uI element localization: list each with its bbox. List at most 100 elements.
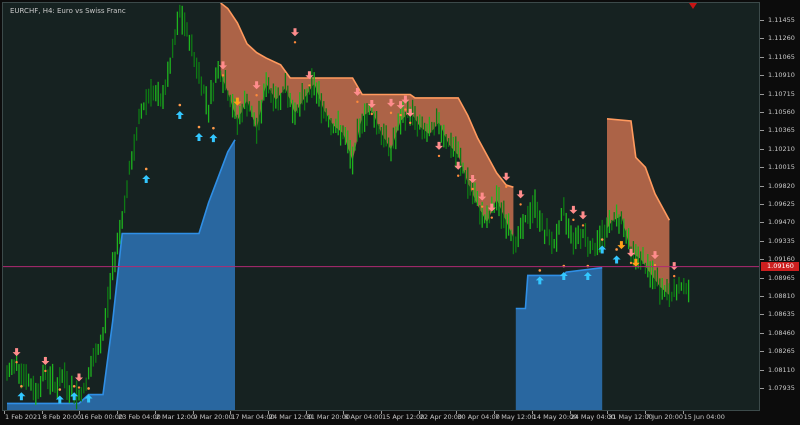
time-axis-label: 9 Mar 20:00 bbox=[193, 413, 233, 421]
price-axis-label: 1.08110 bbox=[768, 365, 795, 374]
pivot-dot bbox=[629, 261, 633, 265]
pivot-dot bbox=[20, 384, 23, 388]
time-axis-label: 16 Feb 00:00 bbox=[80, 413, 124, 421]
price-axis-tick bbox=[760, 388, 764, 389]
price-axis-label: 1.08460 bbox=[768, 328, 795, 337]
price-axis-label: 1.11455 bbox=[768, 16, 795, 24]
price-axis-tick bbox=[760, 112, 764, 113]
pivot-dot bbox=[600, 238, 604, 241]
time-axis-label: 23 Feb 04:00 bbox=[118, 413, 161, 421]
pivot-dot bbox=[44, 369, 47, 373]
pivot-dot bbox=[58, 388, 62, 391]
price-axis-label: 1.10210 bbox=[768, 144, 795, 153]
time-axis-label: 15 Apr 12:00 bbox=[382, 413, 425, 421]
one-click-trading-marker[interactable] bbox=[689, 3, 697, 9]
pivot-dot bbox=[370, 112, 373, 116]
pivot-dot bbox=[572, 218, 575, 222]
time-axis-label: 7 Jun 20:00 bbox=[645, 413, 684, 421]
price-axis-tick bbox=[760, 314, 764, 316]
price-axis-tick bbox=[760, 351, 764, 353]
buy-arrow-icon[interactable] bbox=[17, 392, 26, 401]
pivot-dot bbox=[15, 360, 18, 364]
price-axis-tick bbox=[760, 20, 764, 21]
price-axis-label: 1.11065 bbox=[768, 52, 795, 61]
buy-arrow-icon[interactable] bbox=[612, 255, 621, 264]
caution-arrow-icon[interactable] bbox=[617, 241, 626, 250]
time-axis-label: 15 Jun 04:00 bbox=[683, 413, 725, 421]
price-axis-tick bbox=[760, 259, 764, 261]
price-axis-tick bbox=[760, 240, 764, 242]
time-axis-label: 1 Feb 2021 bbox=[5, 413, 42, 421]
buy-arrow-icon[interactable] bbox=[142, 174, 151, 183]
sell-arrow-icon[interactable] bbox=[516, 190, 525, 199]
pivot-dot bbox=[673, 274, 676, 278]
chart-title: EURCHF, H4: Euro vs Swiss Franc bbox=[10, 7, 126, 15]
price-axis-label: 1.10560 bbox=[768, 108, 795, 116]
sell-arrow-icon[interactable] bbox=[502, 172, 511, 181]
time-axis-label: 2 Mar 12:00 bbox=[155, 413, 196, 421]
support-area-0 bbox=[7, 139, 235, 410]
sell-arrow-icon[interactable] bbox=[75, 373, 83, 382]
pivot-dot bbox=[490, 216, 493, 219]
price-axis-tick bbox=[760, 148, 764, 150]
price-axis-label: 1.07935 bbox=[768, 384, 795, 392]
buy-arrow-icon[interactable] bbox=[175, 110, 184, 119]
price-axis-tick bbox=[760, 277, 764, 279]
pivot-dot bbox=[471, 187, 474, 191]
price-axis-tick bbox=[760, 93, 764, 95]
time-axis[interactable]: 1 Feb 2021 8 Feb 20:00 16 Feb 00:00 23 Feb … bbox=[2, 411, 760, 425]
pivot-dot bbox=[538, 269, 542, 272]
price-axis-tick bbox=[760, 75, 764, 77]
sell-arrow-icon[interactable] bbox=[12, 348, 21, 357]
sell-arrow-icon[interactable] bbox=[569, 205, 578, 214]
pivot-dot bbox=[457, 174, 460, 177]
price-axis-tick bbox=[760, 130, 764, 132]
chart-plot-area[interactable]: EURCHF, H4: Euro vs Swiss Franc bbox=[2, 2, 760, 411]
pivot-dot bbox=[389, 111, 393, 115]
price-chart[interactable] bbox=[3, 3, 759, 410]
sell-arrow-icon[interactable] bbox=[435, 141, 443, 150]
pivot-dot bbox=[404, 108, 407, 111]
pivot-dot bbox=[72, 384, 76, 388]
price-axis-label: 1.10365 bbox=[768, 126, 795, 135]
pivot-dot bbox=[77, 386, 81, 389]
time-axis-label: 8 Apr 04:00 bbox=[344, 413, 383, 421]
time-axis-label: 30 Apr 04:00 bbox=[457, 413, 500, 421]
price-axis-tick bbox=[760, 167, 764, 169]
buy-arrow-icon[interactable] bbox=[195, 133, 203, 142]
pivot-dot bbox=[178, 103, 182, 107]
price-axis-label: 1.08810 bbox=[768, 292, 795, 300]
pivot-dot bbox=[212, 126, 215, 130]
time-axis-label: 7 May 12:00 bbox=[495, 413, 536, 421]
price-axis-label: 1.09820 bbox=[768, 181, 795, 190]
sell-arrow-icon[interactable] bbox=[291, 28, 299, 37]
price-axis-tick bbox=[760, 222, 764, 224]
price-axis-label: 1.10910 bbox=[768, 71, 795, 80]
pivot-dot bbox=[197, 125, 201, 129]
price-axis-tick bbox=[760, 204, 764, 205]
pivot-dot bbox=[308, 84, 311, 87]
price-axis-tick bbox=[760, 332, 764, 334]
price-axis-tick bbox=[760, 38, 764, 40]
price-axis-tick bbox=[760, 185, 764, 187]
pivot-dot bbox=[293, 41, 297, 44]
sell-arrow-icon[interactable] bbox=[579, 211, 587, 220]
pivot-dot bbox=[437, 154, 441, 158]
pivot-dot bbox=[255, 94, 258, 97]
chart-window: EURCHF, H4: Euro vs Swiss Franc 1.11455 1… bbox=[0, 0, 800, 425]
pivot-dot bbox=[87, 387, 90, 390]
time-axis-label: 8 Feb 20:00 bbox=[42, 413, 82, 421]
sell-arrow-icon[interactable] bbox=[41, 356, 50, 365]
buy-arrow-icon[interactable] bbox=[209, 134, 218, 143]
price-axis-label: 1.08635 bbox=[768, 310, 795, 319]
pivot-dot bbox=[144, 167, 148, 171]
pivot-dot bbox=[505, 185, 508, 188]
pivot-dot bbox=[615, 248, 618, 251]
pivot-dot bbox=[409, 121, 412, 125]
price-axis[interactable]: 1.11455 1.11260 1.11065 1.10910 1.10715 1.105… bbox=[760, 2, 800, 411]
pivot-dot bbox=[221, 74, 225, 77]
pivot-dot bbox=[481, 205, 484, 208]
price-axis-tick bbox=[760, 56, 764, 58]
price-axis-label: 1.09335 bbox=[768, 236, 795, 245]
support-area-1 bbox=[515, 267, 603, 410]
